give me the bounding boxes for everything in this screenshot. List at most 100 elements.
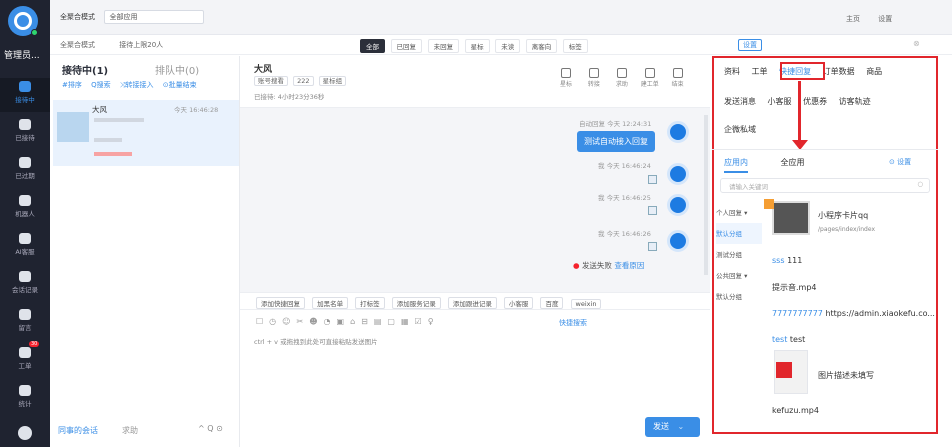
- home-link[interactable]: 主页: [846, 15, 860, 23]
- help-tab[interactable]: 求助: [122, 425, 138, 436]
- nav-item-notes[interactable]: 留言: [0, 306, 50, 340]
- tab-all[interactable]: 全部: [360, 39, 385, 53]
- ticket-badge: 30: [29, 341, 40, 347]
- mode-info: 全聚合模式 接待上限20人: [60, 40, 185, 50]
- ai-agent-icon: [19, 233, 31, 244]
- nav-item-tickets[interactable]: 工单 30: [0, 341, 50, 378]
- reply-item[interactable]: sss 111: [772, 256, 802, 265]
- search-button[interactable]: Q搜索: [91, 81, 111, 89]
- view-reason-link[interactable]: 查看原因: [614, 261, 644, 270]
- quick-search-toggle[interactable]: 快捷搜索: [559, 318, 587, 328]
- card-title[interactable]: 小程序卡片qq: [818, 210, 868, 221]
- keyword-search-input[interactable]: 请输入关键词 ○: [720, 178, 930, 193]
- tag: 账号搜看: [254, 76, 288, 86]
- tab-send-message[interactable]: 发送消息: [724, 97, 756, 106]
- chat-bubble-icon: [19, 81, 31, 92]
- batch-end-button[interactable]: ⊙批量结束: [163, 81, 197, 89]
- settings-link[interactable]: 设置: [878, 15, 892, 23]
- tab-mini-kefu[interactable]: 小客服: [768, 97, 792, 106]
- tab-unread[interactable]: 未读: [495, 39, 521, 53]
- agent-avatar: [667, 163, 689, 185]
- group-test[interactable]: 测试分组: [716, 244, 762, 265]
- conversation-preview: [94, 118, 144, 122]
- create-ticket-button[interactable]: 建工单: [637, 68, 663, 88]
- quick-reply-settings[interactable]: ⊙ 设置: [889, 157, 911, 167]
- limit-dropdown[interactable]: 接待上限20人: [119, 41, 163, 49]
- stats-icon: [19, 385, 31, 396]
- weixin-button[interactable]: weixin: [570, 299, 602, 309]
- editor-tool-icons[interactable]: ☐◷☺✂☻◔▣⌂⊟▤▢▦☑♀: [256, 317, 440, 326]
- nav-item-expired[interactable]: 已过期: [0, 154, 50, 188]
- reply-item[interactable]: 7777777777 https://admin.xiaokefu.co...: [772, 309, 935, 318]
- nav-item-received[interactable]: 已接待: [0, 116, 50, 150]
- conversation-name: 大风: [92, 105, 107, 114]
- tab-unreplied[interactable]: 未回复: [427, 39, 460, 53]
- group-personal[interactable]: 个人回复 ▾: [716, 202, 762, 223]
- nav-item-stats[interactable]: 统计: [0, 382, 50, 416]
- mode-dropdown[interactable]: 全聚合模式: [60, 41, 95, 49]
- conversation-time: 今天 16:46:28: [174, 106, 219, 114]
- app-select[interactable]: 全部应用: [103, 10, 204, 24]
- reply-item[interactable]: 提示音.mp4: [772, 282, 817, 293]
- chat-scrollbar[interactable]: [704, 115, 708, 275]
- send-button[interactable]: 发送 ⌄: [645, 417, 700, 437]
- reply-item[interactable]: test test: [772, 335, 805, 344]
- tab-starred[interactable]: 星标: [464, 39, 490, 53]
- help-button[interactable]: 求助: [609, 68, 635, 88]
- tab-all-apps[interactable]: 全应用: [781, 158, 805, 167]
- mini-kefu-button[interactable]: 小客服: [503, 297, 534, 309]
- transfer-icon: [588, 68, 599, 78]
- ticket-create-icon: [644, 68, 655, 78]
- nav-item-robot[interactable]: 机器人: [0, 192, 50, 226]
- transfer-chat-button[interactable]: 转接: [581, 68, 607, 88]
- end-button[interactable]: 结束: [665, 68, 691, 88]
- tab-replied[interactable]: 已回复: [390, 39, 423, 53]
- tab-wecom[interactable]: 企微私域: [724, 125, 756, 134]
- message-editor[interactable]: [240, 310, 710, 447]
- image-description[interactable]: 图片描述未填写: [818, 370, 874, 381]
- top-right-links: 主页 设置: [830, 14, 892, 24]
- group-default-public[interactable]: 默认分组: [716, 286, 762, 307]
- group-default[interactable]: 默认分组: [716, 223, 762, 244]
- star-button[interactable]: 星标: [553, 68, 579, 88]
- online-status-icon: [31, 29, 38, 36]
- followup-record-button[interactable]: 添加跟进记录: [447, 297, 497, 309]
- tab-ticket[interactable]: 工单: [752, 67, 768, 76]
- sort-button[interactable]: #排序: [62, 81, 82, 89]
- add-quick-reply-button[interactable]: 添加快捷回复: [256, 297, 305, 309]
- tab-receiving[interactable]: 接待中(1): [62, 62, 108, 77]
- reply-item[interactable]: kefuzu.mp4: [772, 406, 819, 415]
- footer-icons[interactable]: ^ Q ⊙: [198, 424, 223, 433]
- close-icon[interactable]: ⊗: [913, 39, 920, 48]
- image-icon[interactable]: [648, 206, 657, 215]
- baidu-button[interactable]: 百度: [540, 297, 564, 309]
- service-record-button[interactable]: 添加服务记录: [391, 297, 441, 309]
- tab-orders[interactable]: 订单数据: [823, 67, 855, 76]
- chevron-down-icon[interactable]: ⌄: [678, 422, 685, 431]
- settings-button[interactable]: 设置: [738, 39, 762, 51]
- transfer-button[interactable]: ⤨转接接入: [120, 81, 154, 89]
- message-meta: 我 今天 16:46:24: [598, 162, 651, 170]
- user-name[interactable]: 管理员...: [4, 48, 48, 61]
- nav-item-receiving[interactable]: 接待中: [0, 78, 50, 112]
- nav-item-ai[interactable]: AI客服: [0, 230, 50, 264]
- tab-coupons[interactable]: 优惠券: [803, 97, 827, 106]
- tag-button[interactable]: 打标签: [355, 297, 385, 309]
- agent-avatar: [667, 121, 689, 143]
- colleague-conversations-tab[interactable]: 同事的会话: [58, 425, 98, 436]
- profile-avatar[interactable]: [18, 426, 32, 440]
- nav-item-records[interactable]: 会话记录: [0, 268, 50, 302]
- image-icon[interactable]: [648, 242, 657, 251]
- tab-queue[interactable]: 排队中(0): [155, 62, 199, 77]
- tab-visitor-track[interactable]: 访客轨迹: [839, 97, 871, 106]
- blacklist-button[interactable]: 加黑名单: [312, 297, 349, 309]
- tab-products[interactable]: 商品: [866, 67, 882, 76]
- group-public[interactable]: 公共回复 ▾: [716, 265, 762, 286]
- tab-in-app[interactable]: 应用内: [724, 158, 748, 173]
- annotation-arrow: [798, 81, 801, 144]
- tab-tags[interactable]: 标签: [562, 39, 588, 53]
- tab-profile[interactable]: 资料: [724, 67, 740, 76]
- tab-leaving[interactable]: 离客向: [525, 39, 558, 53]
- robot-icon: [19, 195, 31, 206]
- image-icon[interactable]: [648, 175, 657, 184]
